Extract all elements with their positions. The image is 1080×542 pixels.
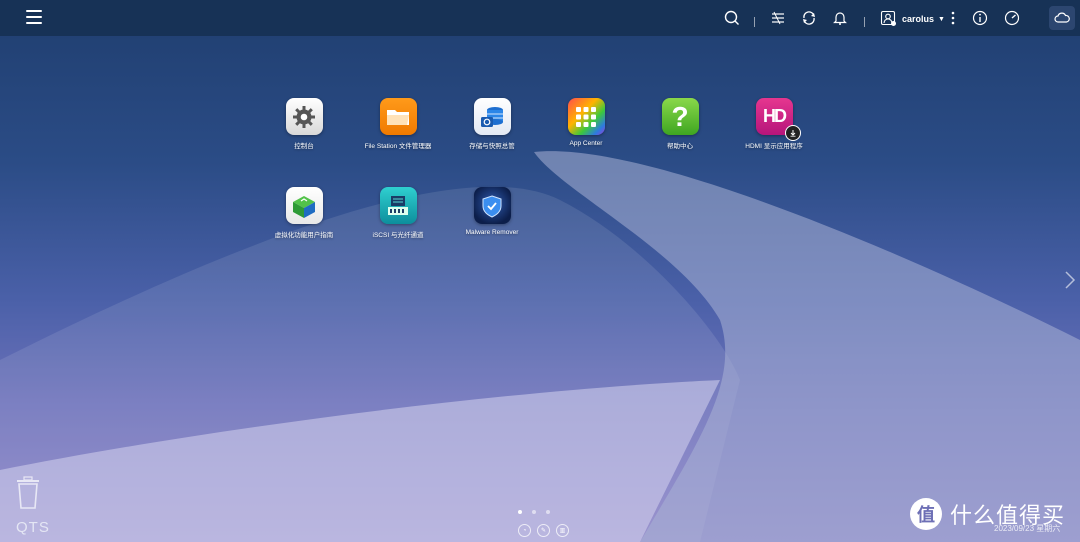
grid-icon — [567, 98, 605, 135]
app-help-center[interactable]: ? 帮助中心 — [630, 98, 730, 150]
storage-icon — [473, 98, 511, 135]
next-page-arrow-icon[interactable] — [1064, 270, 1076, 290]
gear-icon — [285, 98, 323, 135]
watermark-logo: 值 — [910, 498, 942, 530]
app-label: 帮助中心 — [667, 143, 693, 150]
sync-icon[interactable] — [799, 8, 819, 28]
watermark: 值 什么值得买 — [910, 498, 1065, 530]
wallpaper-wave — [0, 151, 1080, 542]
user-menu[interactable]: carolus ▼ — [880, 10, 945, 28]
shield-icon — [473, 187, 511, 224]
app-label: Malware Remover — [465, 229, 519, 236]
iscsi-icon — [379, 187, 417, 224]
app-file-station[interactable]: File Station 文件管理器 — [348, 98, 448, 150]
page-dot[interactable] — [518, 510, 522, 514]
page-dot[interactable] — [546, 510, 550, 514]
app-storage-snapshots[interactable]: 存储与快照总管 — [442, 98, 542, 150]
dashboard-small-icon[interactable]: ◔ — [518, 524, 531, 537]
top-bar: carolus ▼ — [0, 0, 1080, 36]
question-icon: ? — [661, 98, 699, 135]
cloud-icon[interactable] — [1049, 6, 1075, 30]
app-iscsi-fc[interactable]: iSCSI 与光纤通道 — [348, 187, 448, 239]
app-label: App Center — [569, 140, 603, 147]
more-icon[interactable] — [943, 8, 963, 28]
hd-icon: HD — [755, 98, 801, 141]
app-label: 存储与快照总管 — [469, 143, 515, 150]
dashboard-icon[interactable] — [1002, 8, 1022, 28]
tasks-icon[interactable] — [768, 8, 788, 28]
download-icon — [784, 125, 801, 141]
app-label: 控制台 — [294, 143, 314, 150]
folder-icon — [379, 98, 417, 135]
window-icon[interactable]: ▥ — [556, 524, 569, 537]
separator — [754, 17, 755, 27]
trash-icon[interactable] — [14, 476, 42, 510]
app-virtualization-guide[interactable]: 虚拟化功能用户指南 — [254, 187, 354, 239]
tools-icon[interactable]: ✎ — [537, 524, 550, 537]
app-control-panel[interactable]: 控制台 — [254, 98, 354, 150]
user-icon — [880, 10, 896, 28]
app-label: iSCSI 与光纤通道 — [372, 232, 424, 239]
app-label: File Station 文件管理器 — [364, 143, 432, 150]
brand-logo: QTS — [16, 519, 50, 536]
page-indicator — [518, 510, 550, 514]
app-label: 虚拟化功能用户指南 — [274, 232, 334, 239]
menu-icon[interactable] — [26, 10, 42, 26]
app-hdmi-display[interactable]: HD HDMI 显示应用程序 — [724, 98, 824, 150]
app-malware-remover[interactable]: Malware Remover — [442, 187, 542, 236]
bottom-toolbar: ◔ ✎ ▥ — [518, 524, 569, 537]
cube-icon — [285, 187, 323, 224]
watermark-text: 什么值得买 — [950, 503, 1066, 528]
app-label: HDMI 显示应用程序 — [745, 143, 803, 150]
separator — [864, 17, 865, 27]
username: carolus — [902, 14, 935, 24]
app-app-center[interactable]: App Center — [536, 98, 636, 147]
info-icon[interactable] — [970, 8, 990, 28]
notification-icon[interactable] — [830, 8, 850, 28]
search-icon[interactable] — [722, 8, 742, 28]
page-dot[interactable] — [532, 510, 536, 514]
